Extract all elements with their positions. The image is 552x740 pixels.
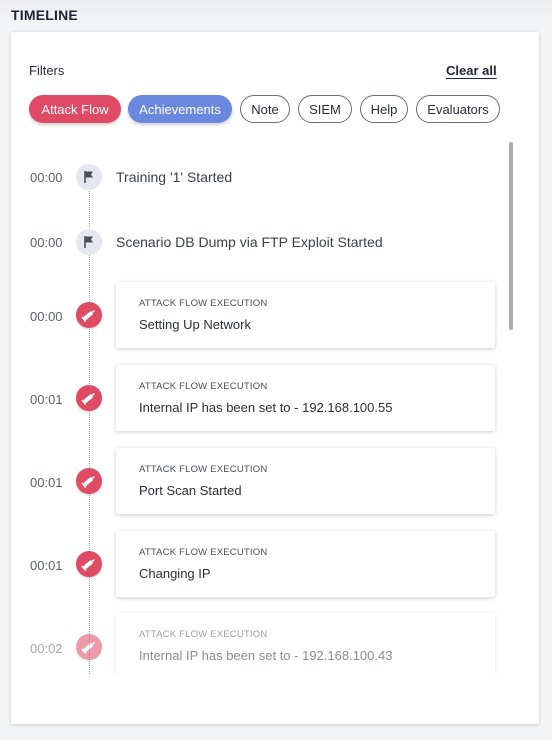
- chip-siem[interactable]: SIEM: [298, 95, 352, 123]
- filters-label: Filters: [29, 63, 65, 78]
- syringe-icon: [76, 551, 102, 577]
- event-time: 00:01: [30, 475, 63, 490]
- syringe-icon: [76, 468, 102, 494]
- timeline-card: Filters Clear all Attack Flow Achievemen…: [11, 32, 539, 724]
- event-title: Scenario DB Dump via FTP Exploit Started: [116, 234, 383, 250]
- chip-help[interactable]: Help: [360, 95, 408, 123]
- event-category: ATTACK FLOW EXECUTION: [139, 298, 268, 309]
- event-title: Training '1' Started: [116, 169, 233, 185]
- chip-achievements[interactable]: Achievements: [128, 95, 232, 123]
- event-card[interactable]: ATTACK FLOW EXECUTION Setting Up Network: [116, 282, 495, 348]
- event-time: 00:00: [30, 235, 63, 250]
- event-category: ATTACK FLOW EXECUTION: [139, 629, 268, 640]
- page-header: TIMELINE: [0, 0, 552, 32]
- event-time: 00:02: [30, 641, 63, 656]
- event-category: ATTACK FLOW EXECUTION: [139, 464, 268, 475]
- event-title: Changing IP: [139, 566, 211, 581]
- event-title: Port Scan Started: [139, 483, 242, 498]
- event-time: 00:01: [30, 558, 63, 573]
- timeline-scrollbar[interactable]: [509, 142, 513, 330]
- timeline-list[interactable]: 00:00 Training '1' Started 00:00 Scenari…: [11, 142, 516, 674]
- flag-icon: [76, 229, 102, 255]
- chip-attack-flow[interactable]: Attack Flow: [29, 95, 121, 123]
- event-time: 00:01: [30, 392, 63, 407]
- event-card[interactable]: ATTACK FLOW EXECUTION Internal IP has be…: [116, 365, 495, 431]
- flag-icon: [76, 164, 102, 190]
- syringe-icon: [76, 385, 102, 411]
- event-category: ATTACK FLOW EXECUTION: [139, 547, 268, 558]
- event-title: Setting Up Network: [139, 317, 251, 332]
- syringe-icon: [76, 302, 102, 328]
- event-time: 00:00: [30, 309, 63, 324]
- event-time: 00:00: [30, 170, 63, 185]
- syringe-icon: [76, 634, 102, 660]
- clear-all-link[interactable]: Clear all: [446, 63, 497, 78]
- event-category: ATTACK FLOW EXECUTION: [139, 381, 268, 392]
- event-card[interactable]: ATTACK FLOW EXECUTION Changing IP: [116, 531, 495, 597]
- event-title: Internal IP has been set to - 192.168.10…: [139, 648, 393, 663]
- event-card[interactable]: ATTACK FLOW EXECUTION Port Scan Started: [116, 448, 495, 514]
- page-title: TIMELINE: [11, 7, 78, 23]
- chip-evaluators[interactable]: Evaluators: [416, 95, 500, 123]
- event-card[interactable]: ATTACK FLOW EXECUTION Internal IP has be…: [116, 613, 495, 674]
- event-title: Internal IP has been set to - 192.168.10…: [139, 400, 393, 415]
- chip-note[interactable]: Note: [240, 95, 290, 123]
